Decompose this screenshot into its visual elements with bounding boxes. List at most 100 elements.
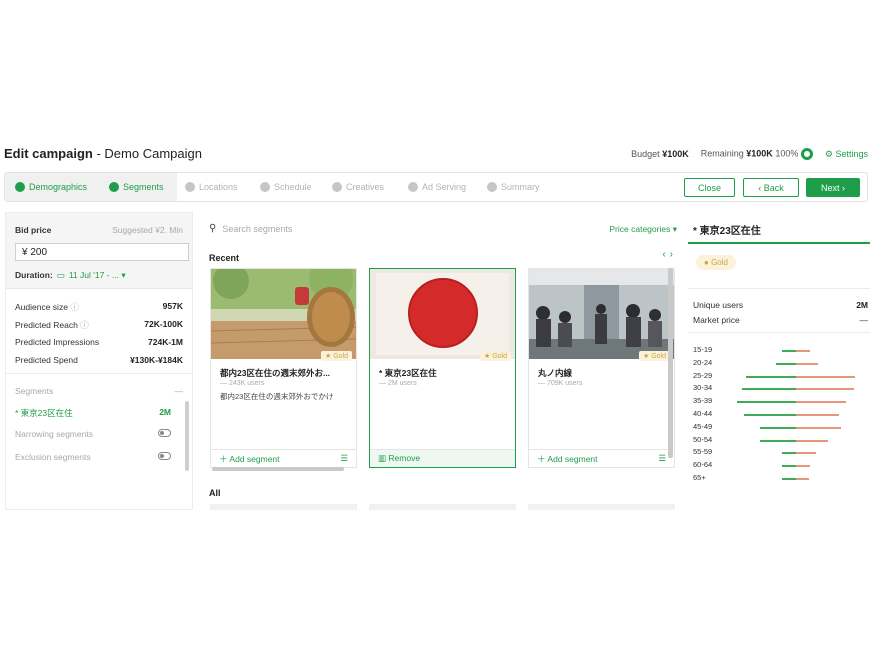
horizontal-scrollbar[interactable] [212, 467, 344, 471]
star-icon: ● [704, 258, 709, 267]
chevron-right-icon[interactable]: › [670, 249, 677, 260]
stat-audience-size: Audience size ⓘ 957K [15, 301, 183, 313]
card-title: 都内23区在住の週末郊外お... [220, 368, 331, 378]
info-icon[interactable]: ⓘ [80, 320, 89, 330]
chevron-left-icon[interactable]: ‹ [662, 249, 669, 260]
female-bar [796, 414, 840, 416]
exclusion-label: Exclusion segments [15, 452, 91, 462]
add-segment-button[interactable]: ＋ Add segment ☰ [211, 449, 356, 467]
left-scrollbar[interactable] [185, 401, 189, 471]
male-bar [745, 375, 796, 378]
stat-label-text: Predicted Reach [15, 320, 78, 330]
step-dot-icon [487, 182, 497, 192]
male-bar [742, 388, 796, 391]
step-label: Summary [501, 182, 540, 192]
step-check-icon [109, 182, 119, 192]
collapse-icon[interactable]: — [175, 386, 184, 396]
star-icon: ★ [324, 353, 332, 360]
age-label: 45-49 [693, 421, 713, 431]
male-bar [775, 362, 796, 365]
info-icon[interactable]: ⓘ [70, 302, 79, 312]
stat-label: Audience size ⓘ [15, 301, 79, 313]
step-creatives[interactable]: Creatives [332, 173, 384, 201]
unique-users-value: 2M [856, 300, 868, 310]
age-label: 65+ [693, 473, 706, 482]
step-locations[interactable]: Locations [185, 173, 238, 201]
step-dot-icon [260, 182, 270, 192]
step-summary[interactable]: Summary [487, 173, 540, 201]
card-users: — 709K users [538, 380, 583, 387]
step-ad-serving[interactable]: Ad Serving [408, 173, 466, 201]
segment-image-flag [370, 269, 515, 359]
remove-segment-button[interactable]: ▥ Remove [370, 449, 515, 467]
gold-tag-label: Gold [333, 353, 348, 360]
female-bar [796, 465, 811, 468]
female-bar [796, 439, 829, 442]
list-icon[interactable]: ☰ [340, 453, 348, 464]
stat-label: Predicted Reach ⓘ [15, 319, 89, 331]
narrowing-segments-row: Narrowing segments [15, 429, 183, 439]
all-label: All [209, 488, 221, 498]
price-categories-dropdown[interactable]: Price categories ▾ [609, 224, 677, 235]
narrowing-toggle[interactable] [158, 429, 171, 437]
step-demographics[interactable]: Demographics [5, 173, 101, 201]
gold-tag: ★ Gold [638, 351, 670, 361]
bid-label: Bid price [15, 225, 52, 235]
duration-dropdown[interactable]: 11 Jul '17 - ... ▾ [69, 270, 126, 281]
step-schedule[interactable]: Schedule [260, 173, 312, 201]
female-bar [796, 452, 817, 455]
bid-suggested: Suggested ¥2. Min [112, 225, 183, 235]
step-segments[interactable]: Segments [101, 173, 177, 201]
gold-tag-label: Gold [492, 353, 507, 360]
selected-segment-row[interactable]: * 東京23区在住 2M [15, 407, 183, 419]
search-icon: ⚲ [209, 223, 217, 234]
stat-value: ¥130K-¥184K [130, 355, 183, 365]
segment-browser: ⚲ Search segments Price categories ▾ Rec… [205, 212, 681, 510]
age-label: 20-24 [693, 357, 713, 367]
budget-label: Budget [631, 149, 660, 159]
exclusion-toggle[interactable] [158, 452, 171, 460]
recent-label: Recent [209, 253, 240, 263]
stat-value: 724K-1M [148, 337, 183, 347]
narrowing-label: Narrowing segments [15, 429, 93, 439]
remaining-label: Remaining [700, 148, 744, 159]
age-label: 50-54 [693, 434, 713, 444]
card-users: — 243K users [220, 380, 265, 387]
gold-tag: ★ Gold [479, 351, 511, 361]
plus-icon: ＋ [537, 453, 546, 464]
selected-segment-label: * 東京23区在住 [15, 408, 73, 418]
search-bar[interactable]: ⚲ Search segments [209, 223, 292, 234]
settings-link[interactable]: ⚙ Settings [825, 149, 868, 160]
next-button[interactable]: Next › [806, 178, 860, 197]
segment-card-selected[interactable]: ★ Gold * 東京23区在住 — 2M users ▥ Remove [369, 268, 516, 468]
segment-card[interactable]: ★ Gold 丸ノ内線 — 709K users ＋ Add segment ☰ [528, 268, 675, 468]
age-label: 40-44 [693, 409, 713, 418]
vertical-scrollbar[interactable] [668, 268, 673, 458]
add-segment-button[interactable]: ＋ Add segment ☰ [529, 449, 674, 467]
step-check-icon [15, 182, 25, 192]
step-label: Creatives [346, 182, 385, 192]
duration-value: 11 Jul '17 - ... [68, 270, 119, 280]
step-dot-icon [185, 182, 195, 192]
segment-card-placeholder [528, 504, 675, 510]
divider [688, 332, 870, 333]
market-price-row: Market price — [693, 315, 868, 325]
list-icon[interactable]: ☰ [658, 453, 666, 464]
remaining: Remaining ¥100K 100% [701, 148, 813, 160]
step-dot-icon [408, 182, 418, 192]
card-users: — 2M users [379, 380, 417, 387]
close-button[interactable]: Close [684, 178, 735, 197]
search-input[interactable]: Search segments [222, 224, 292, 234]
unique-users-row: Unique users 2M [693, 300, 868, 310]
market-price-value: — [859, 315, 869, 325]
segment-image-train [529, 269, 674, 359]
segment-detail-panel: * 東京23区在住 ● Gold Unique users 2M Market … [688, 212, 870, 510]
segment-card[interactable]: ★ Gold 都内23区在住の週末郊外お... — 243K users 都内2… [210, 268, 357, 468]
male-bar [781, 478, 796, 480]
chevron-down-icon: ▾ [672, 224, 677, 234]
bid-price-input[interactable]: ¥ 200 [15, 243, 189, 261]
page-title-sep: - [92, 146, 105, 161]
age-label: 55-59 [693, 447, 713, 457]
stat-value: 957K [162, 301, 183, 311]
back-button[interactable]: ‹ Back [743, 178, 799, 197]
